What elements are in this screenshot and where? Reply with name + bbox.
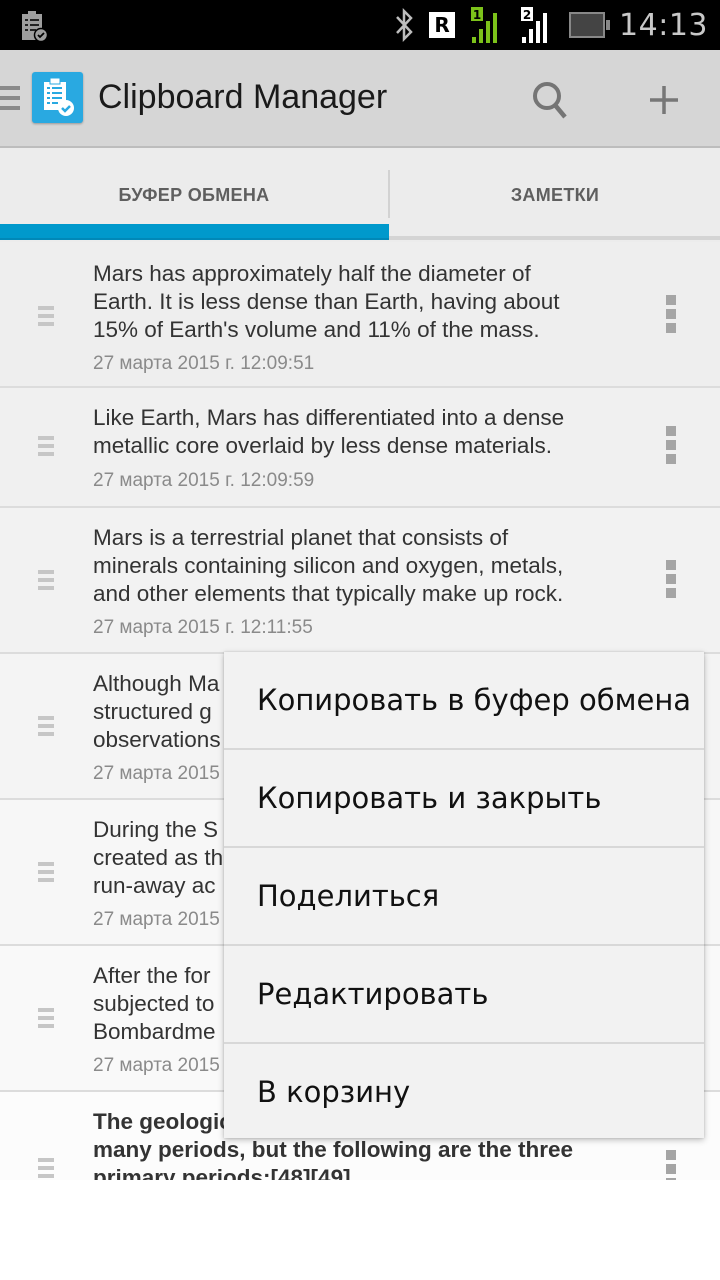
clip-line: Like Earth, Mars has differentiated into… [93, 405, 565, 430]
clip-line: Earth. It is less dense than Earth, havi… [93, 289, 560, 314]
search-icon[interactable] [528, 78, 572, 122]
clip-date: 27 марта 2015 [93, 1055, 220, 1076]
tab-notes[interactable]: ЗАМЕТКИ [390, 148, 720, 242]
tab-bar: БУФЕР ОБМЕНА ЗАМЕТКИ [0, 148, 720, 242]
clipboard-notification-icon [22, 11, 48, 42]
clip-line: minerals containing silicon and oxygen, … [93, 553, 564, 578]
list-item[interactable]: Mars has approximately half the diameter… [0, 242, 720, 388]
clip-line: and other elements that typically make u… [93, 581, 564, 606]
drag-handle-icon[interactable] [38, 862, 54, 886]
clip-text: Mars is a terrestrial planet that consis… [93, 524, 623, 608]
app-bar: Clipboard Manager [0, 50, 720, 148]
drag-handle-icon[interactable] [38, 570, 54, 594]
clip-date: 27 марта 2015 г. 12:09:59 [93, 470, 315, 491]
overflow-menu-icon[interactable] [666, 426, 678, 468]
clip-date: 27 марта 2015 г. 12:11:55 [93, 617, 313, 638]
clip-line: Mars is a terrestrial planet that consis… [93, 525, 509, 550]
add-icon[interactable] [640, 76, 688, 124]
drawer-icon[interactable] [0, 86, 20, 112]
clip-date: 27 марта 2015 [93, 763, 220, 784]
status-bar: R 1 2 14:13 [0, 0, 720, 50]
bluetooth-icon [396, 8, 413, 42]
clip-line: primary periods:[48][49] [93, 1165, 351, 1180]
menu-item-edit[interactable]: Редактировать [224, 946, 704, 1044]
clip-date: 27 марта 2015 [93, 909, 220, 930]
battery-icon [569, 12, 611, 38]
list-item[interactable]: Like Earth, Mars has differentiated into… [0, 388, 720, 508]
menu-item-share[interactable]: Поделиться [224, 848, 704, 946]
clip-line: many periods, but the following are the … [93, 1137, 574, 1162]
clock: 14:13 [619, 7, 708, 43]
clip-text: Mars has approximately half the diameter… [93, 260, 623, 344]
drag-handle-icon[interactable] [38, 436, 54, 460]
overflow-menu-icon[interactable] [666, 1150, 678, 1180]
clip-line: 15% of Earth's volume and 11% of the mas… [93, 317, 540, 342]
active-tab-indicator [0, 224, 389, 240]
roaming-icon: R [429, 12, 456, 38]
list-item[interactable]: Mars is a terrestrial planet that consis… [0, 508, 720, 654]
menu-item-trash[interactable]: В корзину [224, 1044, 704, 1140]
drag-handle-icon[interactable] [38, 1008, 54, 1032]
menu-item-copy-to-clipboard[interactable]: Копировать в буфер обмена [224, 652, 704, 750]
signal-sim1-icon: 1 [471, 7, 498, 43]
app-title: Clipboard Manager [98, 78, 388, 116]
signal-sim2-icon: 2 [521, 7, 548, 43]
svg-text:1: 1 [473, 8, 481, 22]
clip-line: Mars has approximately half the diameter… [93, 261, 531, 286]
overflow-menu-icon[interactable] [666, 560, 678, 602]
bottom-fade [0, 1180, 720, 1280]
clip-text: Like Earth, Mars has differentiated into… [93, 404, 623, 460]
context-menu: Копировать в буфер обмена Копировать и з… [224, 652, 704, 1138]
app-logo-icon[interactable] [32, 72, 83, 123]
drag-handle-icon[interactable] [38, 306, 54, 330]
clip-date: 27 марта 2015 г. 12:09:51 [93, 353, 315, 374]
drag-handle-icon[interactable] [38, 1158, 54, 1180]
clip-line: metallic core overlaid by less dense mat… [93, 433, 552, 458]
tab-underline [389, 236, 720, 240]
drag-handle-icon[interactable] [38, 716, 54, 740]
overflow-menu-icon[interactable] [666, 295, 678, 337]
menu-item-copy-and-close[interactable]: Копировать и закрыть [224, 750, 704, 848]
svg-text:2: 2 [523, 8, 531, 22]
